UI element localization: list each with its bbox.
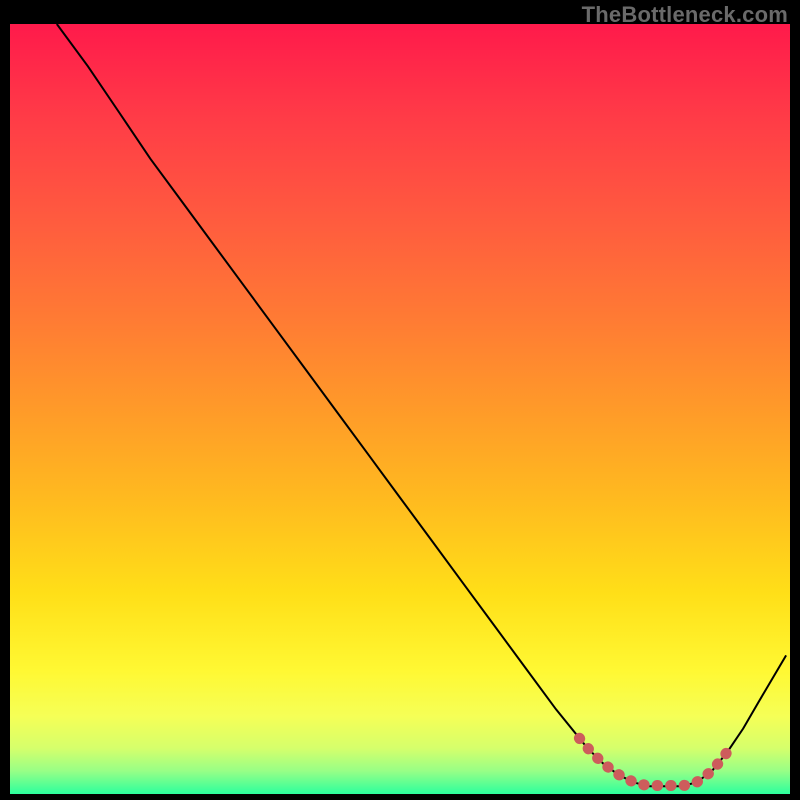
bottleneck-chart — [10, 24, 790, 794]
chart-frame — [10, 24, 790, 794]
chart-background — [10, 24, 790, 794]
